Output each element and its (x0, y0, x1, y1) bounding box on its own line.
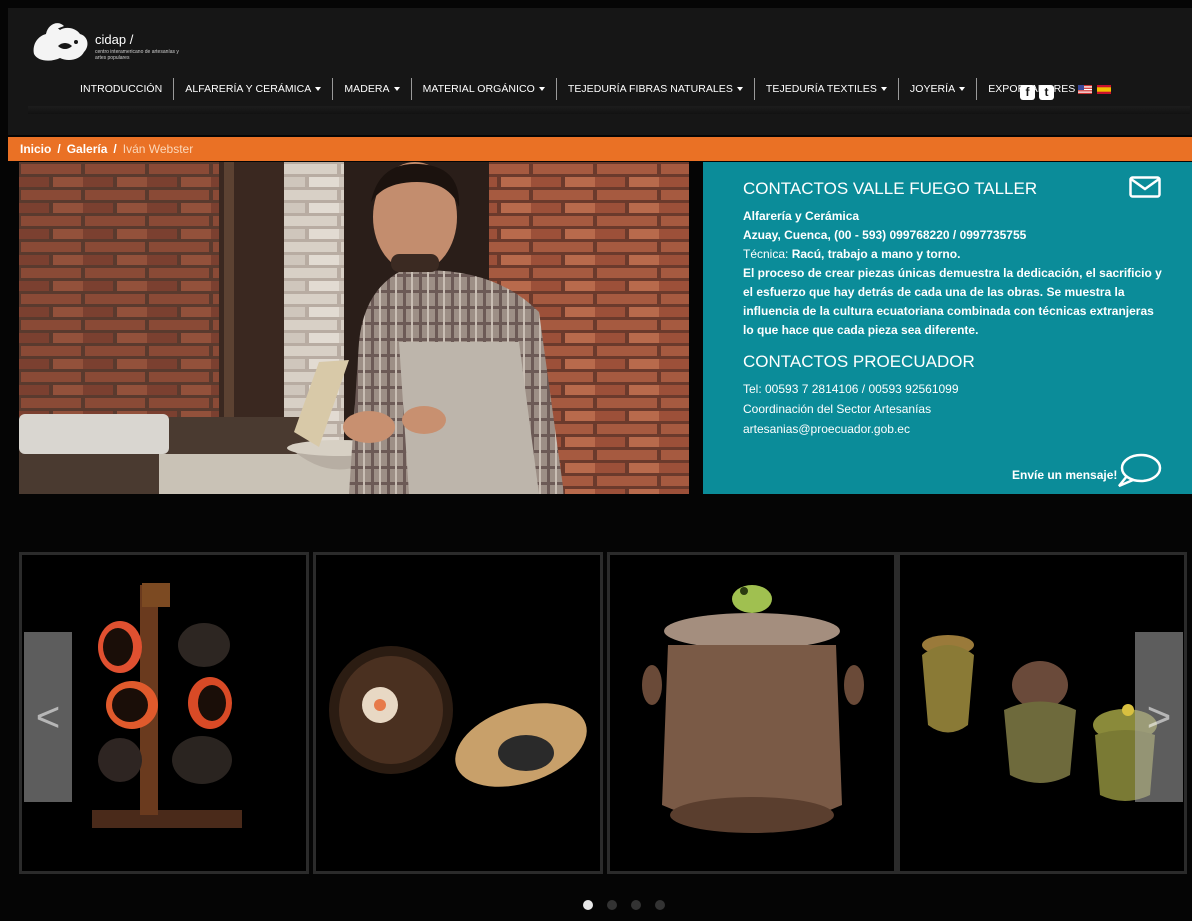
carousel-dot[interactable] (583, 900, 593, 910)
page: cidap / centro interamericano de artesan… (0, 0, 1192, 921)
caret-down-icon (736, 87, 743, 91)
carousel-prev-button[interactable]: < (24, 632, 72, 802)
carousel-dot[interactable] (631, 900, 641, 910)
carousel-dot[interactable] (607, 900, 617, 910)
carousel-slide[interactable] (607, 552, 897, 874)
mail-icon[interactable] (1129, 176, 1161, 198)
proecuador-tel: Tel: 00593 7 2814106 / 00593 92561099 (743, 382, 959, 396)
caret-down-icon (315, 87, 322, 91)
spanish-flag-icon[interactable] (1097, 85, 1111, 94)
brand-name: cidap / (95, 32, 134, 47)
caret-down-icon (880, 87, 887, 91)
nav-divider (173, 78, 175, 100)
breadcrumb-separator: / (57, 142, 61, 156)
nav-label: INTRODUCCIÓN (80, 83, 163, 95)
nav-divider (555, 78, 557, 100)
proecuador-email[interactable]: artesanias@proecuador.gob.ec (743, 420, 1163, 439)
breadcrumb-home-link[interactable]: Inicio (20, 142, 51, 156)
product-carousel: < > (19, 552, 1187, 874)
breadcrumb-current: Iván Webster (122, 142, 194, 156)
nav-label: JOYERÍA (909, 83, 956, 95)
nav-item-madera[interactable]: MADERA (336, 78, 407, 100)
carousel-slide[interactable] (313, 552, 603, 874)
nav-label: MADERA (344, 83, 390, 95)
nav-item-introduccion[interactable]: INTRODUCCIÓN (72, 78, 170, 100)
contact-location: Azuay, Cuenca, (00 - 593) 099768220 / 09… (743, 228, 1027, 242)
jar-with-frog-image (610, 555, 894, 871)
nav-divider (897, 78, 899, 100)
contact-technique: Técnica: Racú, trabajo a mano y torno. (743, 245, 1163, 264)
contact-category: Alfarería y Cerámica (743, 209, 860, 223)
main-nav: INTRODUCCIÓN ALFARERÍA Y CERÁMICA MADERA… (72, 78, 1083, 100)
nav-divider (976, 78, 978, 100)
caret-down-icon (538, 87, 545, 91)
contact-panel: CONTACTOS VALLE FUEGO TALLER Alfarería y… (703, 162, 1192, 494)
artisan-photo (19, 162, 689, 494)
header-shadow (28, 106, 1190, 114)
site-header: cidap / centro interamericano de artesan… (8, 8, 1192, 135)
nav-label: MATERIAL ORGÁNICO (422, 83, 535, 95)
proecuador-title: CONTACTOS PROECUADOR (743, 352, 975, 371)
nav-item-alfareria[interactable]: ALFARERÍA Y CERÁMICA (177, 78, 329, 100)
carousel-dot[interactable] (655, 900, 665, 910)
facebook-icon[interactable]: f (1020, 85, 1035, 100)
nav-label: TEJEDURÍA FIBRAS NATURALES (567, 83, 733, 95)
technique-value: Racú, trabajo a mano y torno. (791, 247, 961, 261)
nav-item-joyeria[interactable]: JOYERÍA (902, 78, 973, 100)
carousel-next-button[interactable]: > (1135, 632, 1183, 802)
plates-image (316, 555, 600, 871)
nav-divider (410, 78, 412, 100)
send-message-link[interactable]: Envíe un mensaje! (1012, 468, 1117, 482)
technique-label: Técnica: (743, 247, 789, 261)
logo-icon[interactable] (30, 20, 90, 64)
nav-label: TEJEDURÍA TEXTILES (765, 83, 877, 95)
contact-description: El proceso de crear piezas únicas demues… (743, 266, 1162, 337)
twitter-icon[interactable]: t (1039, 85, 1054, 100)
caret-down-icon (393, 87, 400, 91)
contact-title: CONTACTOS VALLE FUEGO TALLER (743, 179, 1038, 198)
english-flag-icon[interactable] (1078, 85, 1092, 94)
breadcrumb: Inicio / Galería / Iván Webster (8, 137, 1192, 161)
breadcrumb-gallery-link[interactable]: Galería (67, 142, 108, 156)
nav-divider (753, 78, 755, 100)
nav-item-material-organico[interactable]: MATERIAL ORGÁNICO (415, 78, 553, 100)
carousel-indicators (583, 900, 665, 910)
brand-subtitle: centro interamericano de artesanías y ar… (95, 49, 179, 61)
proecuador-coordination: Coordinación del Sector Artesanías (743, 402, 932, 416)
breadcrumb-separator: / (113, 142, 117, 156)
nav-label: ALFARERÍA Y CERÁMICA (185, 83, 312, 95)
artisan-photo-image (19, 162, 689, 494)
nav-divider (332, 78, 334, 100)
nav-item-textiles[interactable]: TEJEDURÍA TEXTILES (758, 78, 895, 100)
nav-item-fibras-naturales[interactable]: TEJEDURÍA FIBRAS NATURALES (560, 78, 751, 100)
chat-bubble-icon[interactable] (1115, 452, 1163, 488)
caret-down-icon (959, 87, 966, 91)
